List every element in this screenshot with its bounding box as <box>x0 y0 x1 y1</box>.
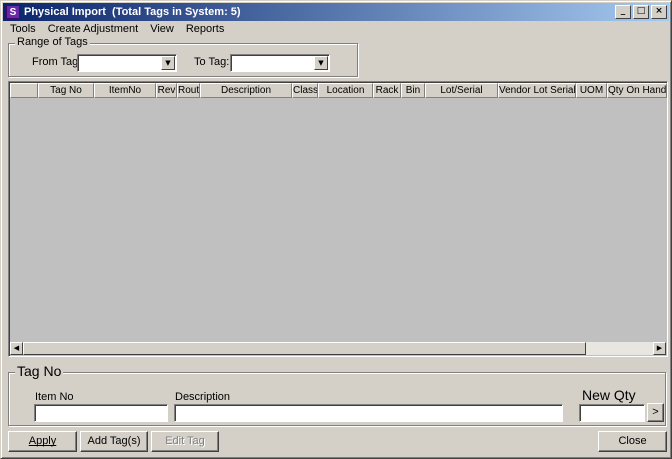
menu-bar: Tools Create Adjustment View Reports <box>4 21 230 37</box>
edit-tag-button[interactable]: Edit Tag <box>151 431 219 452</box>
minimize-button[interactable]: _ <box>615 5 631 19</box>
close-button[interactable]: Close <box>598 431 667 452</box>
column-header-rack[interactable]: Rack <box>373 83 401 98</box>
close-window-button[interactable]: × <box>651 5 667 19</box>
column-header-rev[interactable]: Rev <box>156 83 177 98</box>
horizontal-scrollbar[interactable]: ◀ ▶ <box>10 342 666 355</box>
menu-view[interactable]: View <box>144 21 180 37</box>
range-of-tags-legend: Range of Tags <box>15 36 90 48</box>
description-label: Description <box>175 391 231 403</box>
main-window: S Physical Import (Total Tags in System:… <box>0 0 672 459</box>
apply-button-label: Apply <box>28 435 57 447</box>
column-header-class[interactable]: Class <box>292 83 318 98</box>
menu-reports[interactable]: Reports <box>180 21 231 37</box>
item-no-input[interactable] <box>34 404 168 422</box>
new-qty-label: New Qty <box>582 387 636 403</box>
edit-tag-button-label: Edit Tag <box>165 435 205 447</box>
scroll-right-icon[interactable]: ▶ <box>653 342 666 355</box>
apply-button[interactable]: Apply <box>8 431 77 452</box>
window-title: Physical Import (Total Tags in System: 5… <box>24 6 241 18</box>
chevron-down-icon[interactable]: ▼ <box>161 56 175 70</box>
chevron-down-icon[interactable]: ▼ <box>314 56 328 70</box>
maximize-button[interactable]: □ <box>633 5 649 19</box>
column-header-item-no[interactable]: ItemNo <box>94 83 156 98</box>
grid-header: Tag No ItemNo Rev Rout Description Class… <box>10 83 667 98</box>
column-header-description[interactable]: Description <box>200 83 292 98</box>
description-input[interactable] <box>174 404 563 422</box>
to-tag-label: To Tag: <box>194 56 230 68</box>
new-qty-input[interactable] <box>579 404 645 422</box>
title-bar[interactable]: S Physical Import (Total Tags in System:… <box>3 3 669 21</box>
next-tag-button[interactable]: > <box>647 403 664 422</box>
column-header-tag-no[interactable]: Tag No <box>38 83 94 98</box>
column-header-vendor-lot-serial[interactable]: Vendor Lot Serial <box>498 83 576 98</box>
menu-tools[interactable]: Tools <box>4 21 42 37</box>
tag-no-legend: Tag No <box>15 363 64 379</box>
scrollbar-thumb[interactable] <box>23 342 586 355</box>
column-header-rout[interactable]: Rout <box>177 83 200 98</box>
column-header-selector[interactable] <box>10 83 38 98</box>
add-tags-button[interactable]: Add Tag(s) <box>80 431 148 452</box>
from-tag-label: From Tag: <box>32 56 82 68</box>
column-header-qty-on-hand[interactable]: Qty On Hand <box>607 83 667 98</box>
item-no-label: Item No <box>35 391 74 403</box>
column-header-location[interactable]: Location <box>318 83 373 98</box>
app-icon: S <box>6 5 20 19</box>
add-tags-button-label: Add Tag(s) <box>87 435 141 447</box>
scroll-left-icon[interactable]: ◀ <box>10 342 23 355</box>
close-button-label: Close <box>618 435 647 447</box>
menu-create-adjustment[interactable]: Create Adjustment <box>42 21 145 37</box>
column-header-lot-serial[interactable]: Lot/Serial <box>425 83 498 98</box>
from-tag-combo[interactable]: ▼ <box>77 54 177 72</box>
column-header-bin[interactable]: Bin <box>401 83 425 98</box>
tags-grid[interactable]: Tag No ItemNo Rev Rout Description Class… <box>8 81 668 357</box>
column-header-uom[interactable]: UOM <box>576 83 607 98</box>
to-tag-combo[interactable]: ▼ <box>230 54 330 72</box>
